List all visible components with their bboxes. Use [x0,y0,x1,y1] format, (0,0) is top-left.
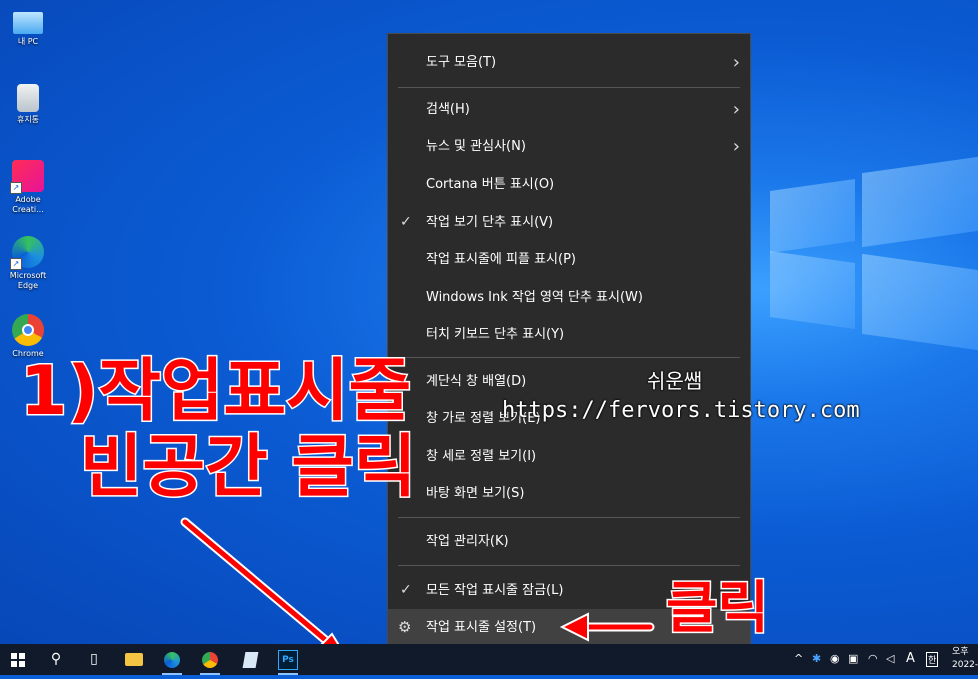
windows-logo-icon [11,653,25,667]
tray-app-icon[interactable]: ◉ [830,652,840,665]
bluetooth-icon[interactable]: ✱ [812,652,821,665]
show-hidden-icons[interactable]: ^ [794,652,803,665]
clock[interactable]: 오후 2022- [952,646,978,672]
search-button[interactable]: ⚲ [38,644,74,675]
edge-icon [164,652,180,668]
taskbar[interactable]: ⚲ ▯ Ps ^ ✱ ◉ ▣ ◠ ◁ A 한 오후 2022- [0,644,978,675]
clock-time: 오후 [952,647,969,657]
volume-icon[interactable]: ◁ [886,652,894,665]
arrowhead [559,612,589,642]
annotation-arrows [180,517,655,662]
ime-mode[interactable]: 한 [926,652,939,667]
notepad-icon [242,652,258,668]
clock-date: 2022- [952,660,978,670]
tray-app-icon[interactable]: ▣ [848,652,858,665]
input-language[interactable]: A [906,651,915,666]
chrome-icon [202,652,218,668]
search-icon: ⚲ [50,651,62,667]
task-view-button[interactable]: ▯ [76,644,112,675]
taskbar-chrome[interactable] [192,644,228,675]
taskbar-edge[interactable] [154,644,190,675]
taskbar-file-explorer[interactable] [116,644,152,675]
taskbar-app[interactable] [232,644,268,675]
taskbar-photoshop[interactable]: Ps [270,644,306,675]
photoshop-icon: Ps [278,650,298,670]
start-button[interactable] [0,644,36,675]
task-view-icon: ▯ [90,651,98,667]
arrow-to-taskbar [182,519,338,651]
folder-icon [125,653,143,666]
wifi-icon[interactable]: ◠ [868,652,878,665]
